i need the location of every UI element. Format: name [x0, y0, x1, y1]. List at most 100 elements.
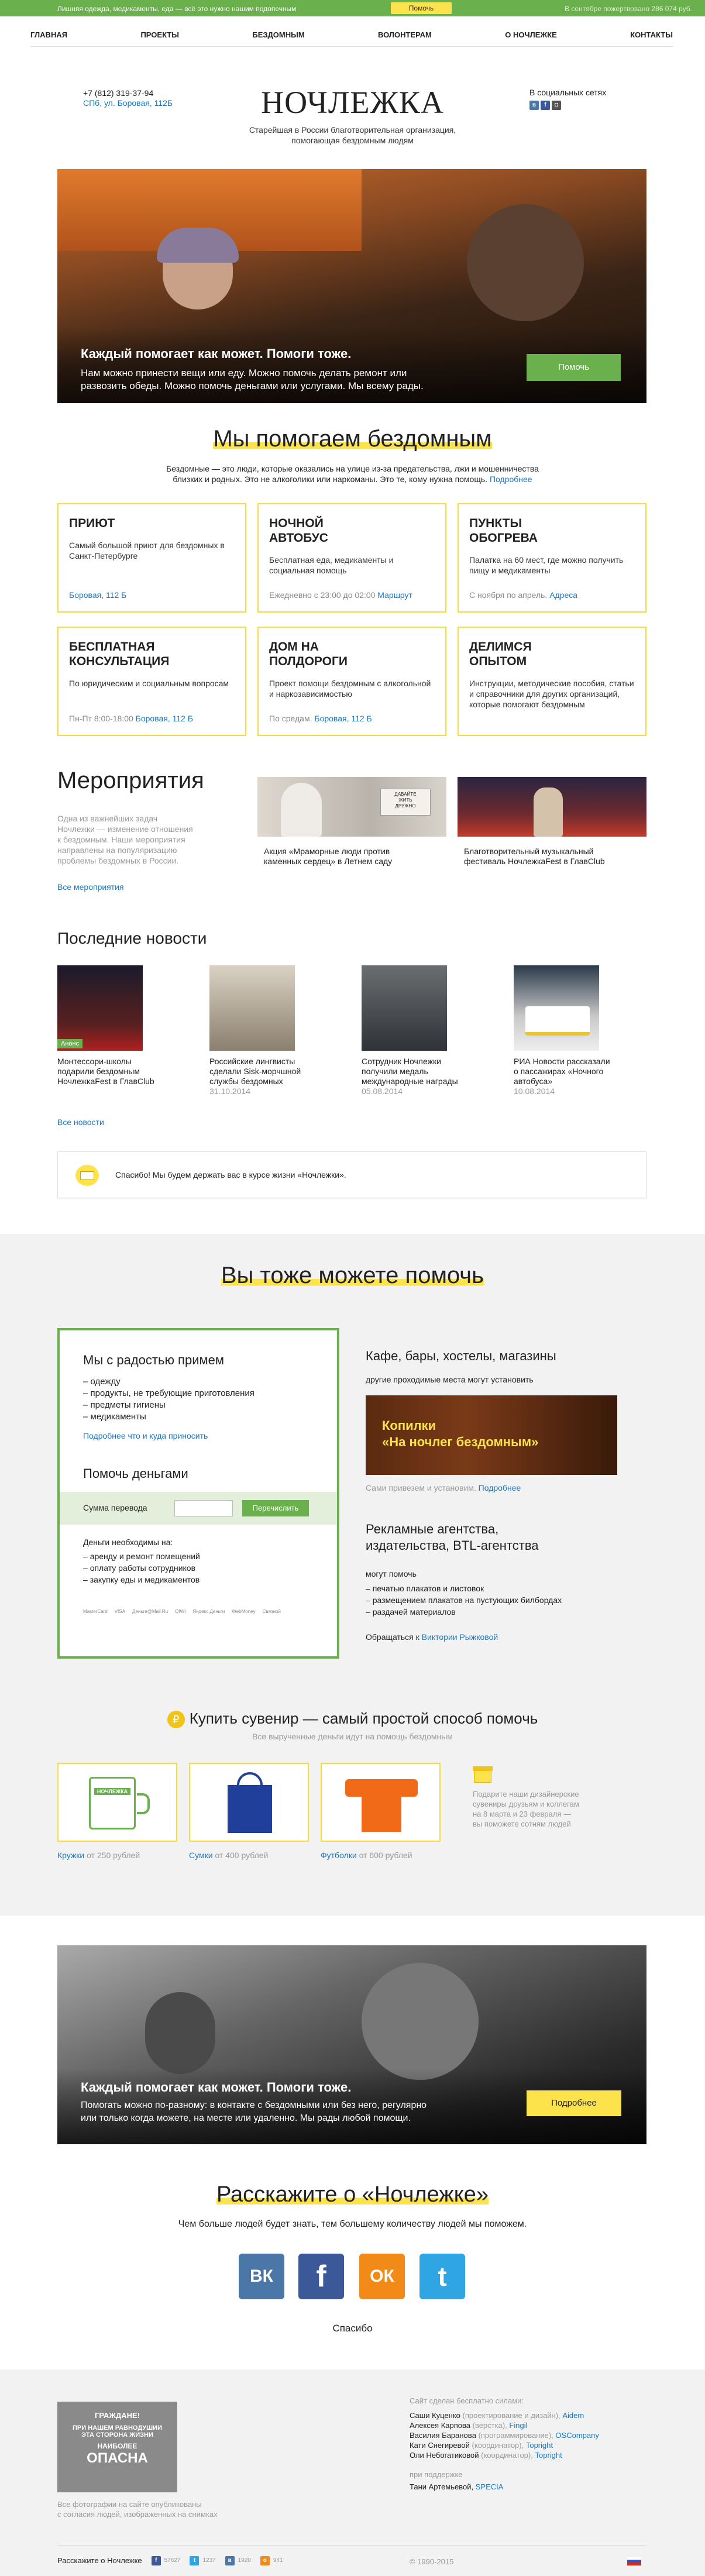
hero-text-line-1: Нам можно принести вещи или еду. Можно п…: [81, 367, 407, 379]
nav-item-projects[interactable]: Проекты: [140, 30, 179, 39]
tagline: Старейшая в России благотворительная орг…: [211, 125, 494, 146]
credit-org-link[interactable]: Fingil: [509, 2421, 527, 2430]
service-card-share-experience[interactable]: Делимся опытом Инструкции, методические п…: [458, 627, 646, 736]
bags-link[interactable]: Сумки: [189, 1851, 213, 1860]
vk-icon[interactable]: в: [225, 2556, 235, 2565]
service-card-night-bus[interactable]: Ночной автобус Бесплатная еда, медикамент…: [257, 503, 446, 613]
header-address[interactable]: СПб, ул. Боровая, 112Б: [83, 98, 173, 108]
event-sign-line: ЖИТЬ: [398, 797, 412, 803]
events-intro: Одна из важнейших задач Ночлежки — измен…: [57, 813, 193, 866]
nav-item-homeless[interactable]: Бездомным: [252, 30, 304, 39]
service-card-consultation[interactable]: Бесплатная консультация По юридическим и …: [57, 627, 246, 736]
credit-org-link[interactable]: Topright: [526, 2441, 553, 2450]
event-title-1[interactable]: Акция «Мраморные люди против каменных сер…: [264, 847, 392, 866]
twitter-share-icon[interactable]: t: [419, 2254, 465, 2299]
news-item-3[interactable]: Сотрудник Ночлежки получили медаль междуна…: [362, 1057, 467, 1096]
accept-more-link[interactable]: Подробнее что и куда приносить: [83, 1431, 208, 1440]
support-org-link[interactable]: SPECIA: [476, 2482, 504, 2491]
nav-item-contacts[interactable]: Контакты: [630, 30, 673, 39]
twitter-icon[interactable]: t: [190, 2556, 200, 2565]
news-item-2[interactable]: Российские лингвисты сделали Sisk-морчшно…: [209, 1057, 315, 1096]
nav-item-about[interactable]: О ночлежке: [505, 30, 557, 39]
credit-name: Кати Снегиревой: [410, 2441, 470, 2450]
service-card-warming-points[interactable]: Пункты обогрева Палатка на 60 мест, где м…: [458, 503, 646, 613]
card-title-line-2: автобус: [269, 531, 328, 545]
news-photo-2[interactable]: [209, 965, 295, 1051]
photo-note-line: с согласия людей, изображенных на снимка…: [57, 2510, 218, 2519]
statue-shape: [281, 783, 322, 837]
nav-item-volunteers[interactable]: Волонтерам: [378, 30, 432, 39]
news-photo-4[interactable]: [514, 965, 599, 1051]
news-item-1[interactable]: Монтессори-школы подарили бездомным Ночлеж…: [57, 1057, 163, 1086]
hero-person: [467, 204, 584, 321]
cafes-more-link[interactable]: Подробнее: [479, 1483, 521, 1492]
top-help-button[interactable]: Помочь: [391, 2, 452, 14]
cafes-note-text: Сами привезем и установим.: [366, 1483, 476, 1492]
transfer-button[interactable]: Перечислить: [242, 1500, 309, 1516]
facebook-icon[interactable]: f: [541, 101, 550, 110]
souvenir-heading: ₽ Купить сувенир — самый простой способ п…: [0, 1710, 705, 1729]
header-phone[interactable]: +7 (812) 319-37-94: [83, 88, 173, 98]
performer-shape: [534, 787, 563, 837]
instagram-icon[interactable]: ◘: [552, 101, 561, 110]
news-item-4[interactable]: РИА Новости рассказали о пассажирах «Ночн…: [514, 1057, 619, 1096]
news-title-line: НочлежкаFest в ГлавClub: [57, 1077, 154, 1086]
souvenir-bag[interactable]: [189, 1763, 309, 1842]
souvenir-tshirt[interactable]: [321, 1763, 441, 1842]
event-photo-1[interactable]: ДАВАЙТЕ ЖИТЬ ДРУЖНО: [257, 777, 446, 837]
money-item: закупку еды и медикаментов: [90, 1575, 200, 1584]
facebook-icon[interactable]: f: [151, 2556, 161, 2565]
odnoklassniki-share-icon[interactable]: ОК: [359, 2254, 405, 2299]
souvenir-mug[interactable]: НОЧЛЕЖКА: [57, 1763, 177, 1842]
hero-text-line-2: развозить обеды. Можно помочь деньгами и…: [81, 380, 424, 391]
mailru-money-icon: Деньги@Mail.Ru: [132, 1609, 168, 1614]
card-schedule: Ежедневно с 23:00 до 02:00: [269, 590, 376, 600]
card-link[interactable]: Боровая, 112 Б: [69, 590, 126, 600]
vk-share-icon[interactable]: ВК: [239, 2254, 284, 2299]
credit-role: (координатор),: [472, 2441, 524, 2450]
all-events-link[interactable]: Все мероприятия: [57, 882, 124, 892]
event-photo-2[interactable]: [458, 777, 646, 837]
event-title-line: фестиваль НочлежкаFest в ГлавClub: [464, 857, 605, 866]
nav-item-home[interactable]: Главная: [30, 30, 67, 39]
envelope-shape: [80, 1171, 94, 1180]
service-card-halfway-house[interactable]: Дом на полдороги Проект помощи бездомным …: [257, 627, 446, 736]
tshirts-link[interactable]: Футболки: [321, 1851, 357, 1860]
share-heading: Расскажите о «Ночлежке»: [0, 2182, 705, 2207]
card-meta: По средам. Боровая, 112 Б: [269, 714, 372, 723]
card-link[interactable]: Боровая, 112 Б: [314, 714, 372, 723]
logo[interactable]: НОЧЛЕЖКА: [246, 84, 459, 121]
service-card-shelter[interactable]: Приют Самый большой приют для бездомных …: [57, 503, 246, 613]
credit-org-link[interactable]: Topright: [535, 2451, 562, 2460]
banner-more-button[interactable]: Подробнее: [527, 2090, 621, 2116]
credit-name: Василия Барановa: [410, 2431, 476, 2440]
card-link[interactable]: Боровая, 112 Б: [136, 714, 193, 723]
all-news-link[interactable]: Все новости: [57, 1117, 104, 1127]
bus-shape: [525, 1006, 590, 1036]
we-help-more-link[interactable]: Подробнее: [490, 474, 532, 484]
agency-person-link[interactable]: Виктории Рыжковой: [422, 1632, 498, 1642]
hero-help-button[interactable]: Помочь: [527, 354, 621, 381]
vk-icon[interactable]: в: [529, 101, 539, 110]
accept-item: одежду: [90, 1377, 121, 1387]
amount-input[interactable]: [174, 1500, 233, 1516]
support-label: при поддержке: [410, 2470, 463, 2479]
facebook-share-icon[interactable]: f: [298, 2254, 344, 2299]
bag-handle: [237, 1772, 263, 1790]
card-link[interactable]: Маршрут: [377, 590, 412, 600]
credit-org-link[interactable]: Aidem: [562, 2411, 584, 2420]
box-title-line: «На ночлег бездомным»: [382, 1435, 539, 1449]
news-photo-1[interactable]: Анонс: [57, 965, 143, 1051]
news-title-line: о пассажирах «Ночного: [514, 1067, 604, 1076]
news-photo-3[interactable]: [362, 965, 447, 1051]
odnoklassniki-icon[interactable]: о: [260, 2556, 270, 2565]
credit-org-link[interactable]: OSCompany: [555, 2431, 599, 2440]
mugs-link[interactable]: Кружки: [57, 1851, 84, 1860]
we-help-intro: Бездомные — это люди, которые оказались …: [88, 463, 617, 484]
russian-flag-icon[interactable]: [627, 2557, 641, 2565]
card-link[interactable]: Адреса: [549, 590, 577, 600]
news-date: 31.10.2014: [209, 1086, 251, 1096]
event-title-2[interactable]: Благотворительный музыкальный фестиваль Н…: [464, 847, 605, 866]
cafes-subtitle: другие проходимые места могут установить: [366, 1375, 534, 1384]
event-sign: ДАВАЙТЕ ЖИТЬ ДРУЖНО: [380, 789, 431, 816]
